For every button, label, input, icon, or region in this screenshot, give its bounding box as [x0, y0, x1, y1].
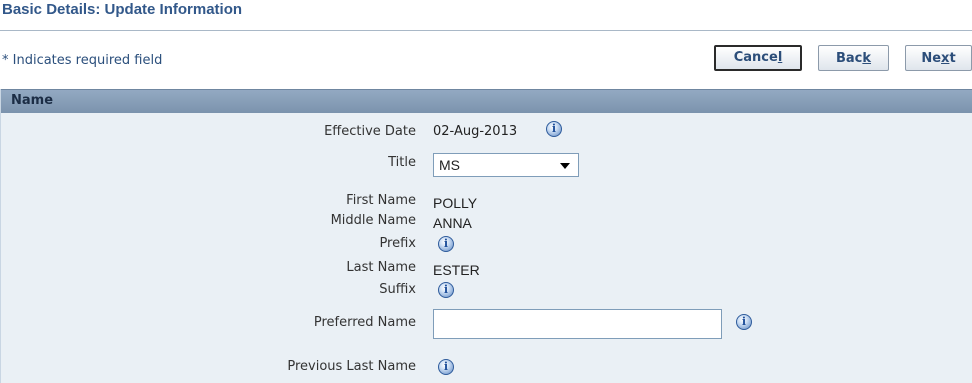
effective-date-value: 02-Aug-2013 [433, 124, 518, 139]
preferred-name-label: Preferred Name [313, 315, 416, 330]
preferred-name-row: Preferred Name i [1, 309, 972, 339]
info-icon[interactable]: i [546, 121, 562, 137]
info-icon[interactable]: i [438, 236, 454, 252]
last-name-row: Last Name ESTER [1, 260, 972, 282]
page-header: Basic Details: Update Information [0, 0, 972, 31]
middle-name-row: Middle Name ANNA [1, 213, 972, 235]
suffix-label: Suffix [379, 282, 416, 297]
prefix-label: Prefix [379, 236, 416, 251]
preferred-name-input[interactable] [433, 309, 722, 339]
effective-date-label: Effective Date [324, 124, 416, 139]
middle-name-value: ANNA [433, 215, 472, 231]
back-button[interactable]: Back [818, 45, 889, 71]
first-name-value: POLLY [433, 195, 478, 211]
first-name-label: First Name [346, 193, 416, 208]
title-label: Title [388, 155, 416, 170]
required-field-note: * Indicates required field [2, 53, 163, 68]
last-name-label: Last Name [346, 260, 416, 275]
suffix-row: Suffix i [1, 282, 972, 304]
page-title: Basic Details: Update Information [2, 1, 243, 18]
cancel-button[interactable]: Cancel [714, 45, 802, 71]
effective-date-row: Effective Date 02-Aug-2013 i [1, 121, 972, 146]
first-name-row: First Name POLLY [1, 193, 972, 215]
section-header: Name [1, 89, 972, 113]
title-row: Title MS [1, 153, 972, 177]
chevron-down-icon [560, 163, 570, 169]
name-section: Name Effective Date 02-Aug-2013 i Title … [0, 89, 972, 383]
title-select-value: MS [439, 157, 460, 173]
previous-last-name-label: Previous Last Name [287, 359, 416, 374]
last-name-value: ESTER [433, 262, 480, 278]
info-icon[interactable]: i [438, 359, 454, 375]
prefix-row: Prefix i [1, 236, 972, 258]
section-title: Name [11, 93, 54, 108]
middle-name-label: Middle Name [330, 213, 416, 228]
info-icon[interactable]: i [438, 282, 454, 298]
next-button[interactable]: Next [905, 45, 972, 71]
title-select[interactable]: MS [433, 153, 579, 177]
info-icon[interactable]: i [736, 314, 752, 330]
previous-last-name-row: Previous Last Name i [1, 359, 972, 381]
